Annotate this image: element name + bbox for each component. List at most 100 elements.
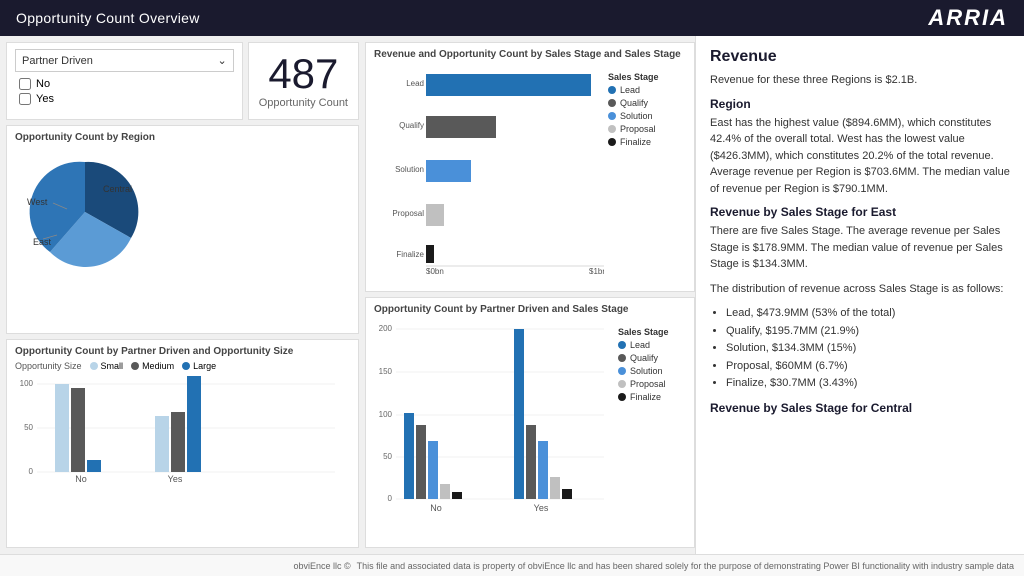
app-header: Opportunity Count Overview ARRIA [0, 0, 1024, 36]
legend-solution-lower: Solution [618, 366, 669, 376]
pie-label-east: East [33, 237, 52, 247]
filter-section: Partner Driven ⌄ No Yes [6, 42, 243, 120]
svg-text:No: No [430, 503, 442, 513]
brand-logo: ARRIA [928, 5, 1008, 31]
narrative-east-list: Lead, $473.9MM (53% of the total) Qualif… [710, 305, 1010, 393]
bar-no-small [55, 384, 69, 472]
legend-qualify-lower: Qualify [618, 353, 669, 363]
region-chart-title: Opportunity Count by Region [15, 132, 350, 143]
legend-lead-lower: Lead [618, 340, 669, 350]
list-item-qualify: Qualify, $195.7MM (21.9%) [726, 323, 1010, 341]
svg-text:$1bn: $1bn [589, 267, 604, 274]
checkbox-yes[interactable] [19, 93, 31, 105]
legend-finalize-lower: Finalize [618, 392, 669, 402]
filter-option-no[interactable]: No [19, 78, 230, 90]
svg-text:150: 150 [379, 367, 393, 376]
upper-left-section: Partner Driven ⌄ No Yes 487 Opp [6, 42, 359, 120]
legend-finalize: Finalize [608, 137, 659, 147]
partner-size-chart-section: Opportunity Count by Partner Driven and … [6, 339, 359, 548]
legend-title-upper: Sales Stage [608, 72, 659, 82]
svg-text:0: 0 [388, 494, 393, 503]
narrative-east-heading: Revenue by Sales Stage for East [710, 205, 1010, 219]
region-pie-chart-section: Opportunity Count by Region Central East… [6, 125, 359, 334]
pie-label-central: Central [103, 184, 132, 194]
pie-label-west: West [27, 197, 48, 207]
revenue-bar-chart-svg: Lead Qualify Solution Proposal Finalize [374, 64, 604, 274]
filter-dropdown[interactable]: Partner Driven ⌄ [15, 49, 234, 72]
narrative-central-heading: Revenue by Sales Stage for Central [710, 401, 1010, 415]
filter-yes-label: Yes [36, 93, 54, 105]
partner-stage-chart-title: Opportunity Count by Partner Driven and … [374, 304, 686, 315]
bar-finalize [426, 245, 434, 263]
svg-text:50: 50 [24, 423, 33, 432]
partner-stage-chart-section: Opportunity Count by Partner Driven and … [365, 297, 695, 548]
filter-option-yes[interactable]: Yes [19, 93, 230, 105]
svg-text:Qualify: Qualify [399, 121, 424, 130]
legend-lead: Lead [608, 85, 659, 95]
narrative-intro: Revenue for these three Regions is $2.1B… [710, 72, 1010, 89]
chevron-down-icon: ⌄ [218, 54, 227, 67]
svg-text:50: 50 [383, 452, 392, 461]
middle-panel: Revenue and Opportunity Count by Sales S… [365, 36, 695, 554]
revenue-chart-title: Revenue and Opportunity Count by Sales S… [374, 49, 686, 60]
bar-solution [426, 160, 471, 182]
footer-disclaimer: This file and associated data is propert… [357, 561, 1014, 571]
legend-medium: Medium [131, 361, 174, 371]
bar-proposal [426, 204, 444, 226]
list-item-proposal: Proposal, $60MM (6.7%) [726, 358, 1010, 376]
svg-text:0: 0 [29, 467, 34, 476]
narrative-region-heading: Region [710, 97, 1010, 111]
svg-text:Proposal: Proposal [392, 209, 424, 218]
bar-yes-medium [171, 412, 185, 472]
svg-text:100: 100 [379, 410, 393, 419]
narrative-east-dist: The distribution of revenue across Sales… [710, 281, 1010, 298]
svg-text:No: No [75, 474, 87, 484]
legend-title-lower: Sales Stage [618, 327, 669, 337]
footer: obviEnce llc © This file and associated … [0, 554, 1024, 576]
main-content: Partner Driven ⌄ No Yes 487 Opp [0, 36, 1024, 554]
partner-size-chart-title: Opportunity Count by Partner Driven and … [15, 346, 350, 357]
sales-stage-legend-upper: Sales Stage Lead Qualify Solution Propos… [608, 64, 659, 147]
narrative-east-intro: There are five Sales Stage. The average … [710, 223, 1010, 273]
bar-qualify [426, 116, 496, 138]
checkbox-no[interactable] [19, 78, 31, 90]
list-item-solution: Solution, $134.3MM (15%) [726, 340, 1010, 358]
partner-size-bar-chart: 100 50 0 No Yes [15, 374, 345, 484]
filter-no-label: No [36, 78, 50, 90]
svg-text:$0bn: $0bn [426, 267, 444, 274]
narrative-panel: Revenue Revenue for these three Regions … [695, 36, 1024, 554]
list-item-lead: Lead, $473.9MM (53% of the total) [726, 305, 1010, 323]
svg-text:Finalize: Finalize [396, 250, 424, 259]
kpi-box: 487 Opportunity Count [248, 42, 359, 120]
legend-proposal-lower: Proposal [618, 379, 669, 389]
bar-no-large [87, 460, 101, 472]
svg-text:200: 200 [379, 324, 393, 333]
bar-yes-large [187, 376, 201, 472]
svg-text:Solution: Solution [395, 165, 424, 174]
list-item-finalize: Finalize, $30.7MM (3.43%) [726, 375, 1010, 393]
kpi-number: 487 [268, 53, 338, 95]
kpi-label: Opportunity Count [259, 97, 348, 109]
svg-text:Yes: Yes [168, 474, 183, 484]
revenue-sales-stage-chart: Revenue and Opportunity Count by Sales S… [365, 42, 695, 292]
bar-lead [426, 74, 591, 96]
bar-yes-small [155, 416, 169, 472]
legend-solution: Solution [608, 111, 659, 121]
svg-text:Lead: Lead [406, 79, 424, 88]
region-pie-chart: Central East West [15, 147, 155, 277]
legend-proposal: Proposal [608, 124, 659, 134]
legend-qualify: Qualify [608, 98, 659, 108]
filter-checkboxes: No Yes [15, 76, 234, 107]
page-title: Opportunity Count Overview [16, 10, 200, 26]
svg-text:100: 100 [20, 379, 34, 388]
filter-label: Partner Driven [22, 55, 93, 67]
legend-large: Large [182, 361, 216, 371]
legend-small: Small [90, 361, 124, 371]
partner-stage-bar-chart: 200 150 100 50 0 [374, 319, 614, 514]
svg-text:Yes: Yes [534, 503, 549, 513]
footer-brand: obviEnce llc © [293, 561, 350, 571]
narrative-heading: Revenue [710, 48, 1010, 66]
opp-size-label: Opportunity Size [15, 361, 82, 371]
narrative-region-text: East has the highest value ($894.6MM), w… [710, 115, 1010, 198]
bar-no-medium [71, 388, 85, 472]
